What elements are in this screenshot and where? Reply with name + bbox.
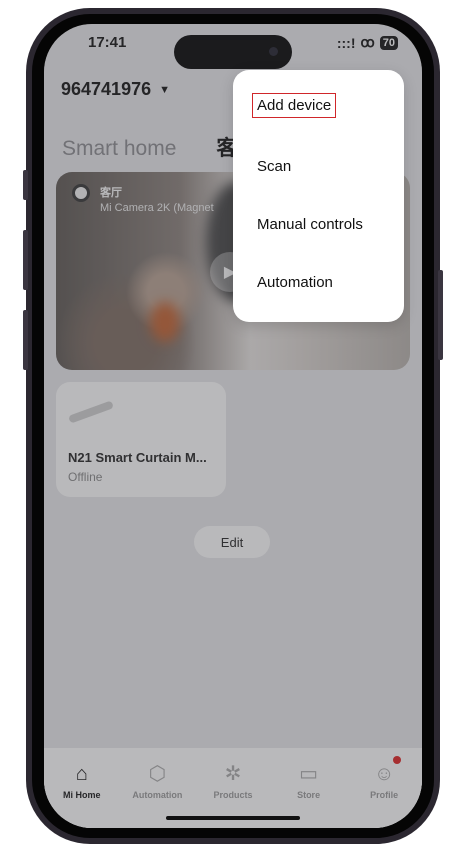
menu-add-device[interactable]: Add device: [251, 93, 337, 118]
add-menu: Add device Scan Manual controls Automati…: [233, 70, 404, 322]
mi-home-app: 17:41 :::! ꝏ 70 964741976 ▼ Smart home 客…: [44, 24, 422, 828]
menu-scan[interactable]: Scan: [257, 158, 291, 175]
action-button: [23, 170, 28, 200]
menu-manual-controls[interactable]: Manual controls: [257, 216, 363, 233]
power-button: [438, 270, 443, 360]
menu-automation[interactable]: Automation: [257, 274, 333, 291]
volume-up-button: [23, 230, 28, 290]
home-indicator[interactable]: [166, 816, 300, 820]
screen: 17:41 :::! ꝏ 70 964741976 ▼ Smart home 客…: [44, 24, 422, 828]
volume-down-button: [23, 310, 28, 370]
